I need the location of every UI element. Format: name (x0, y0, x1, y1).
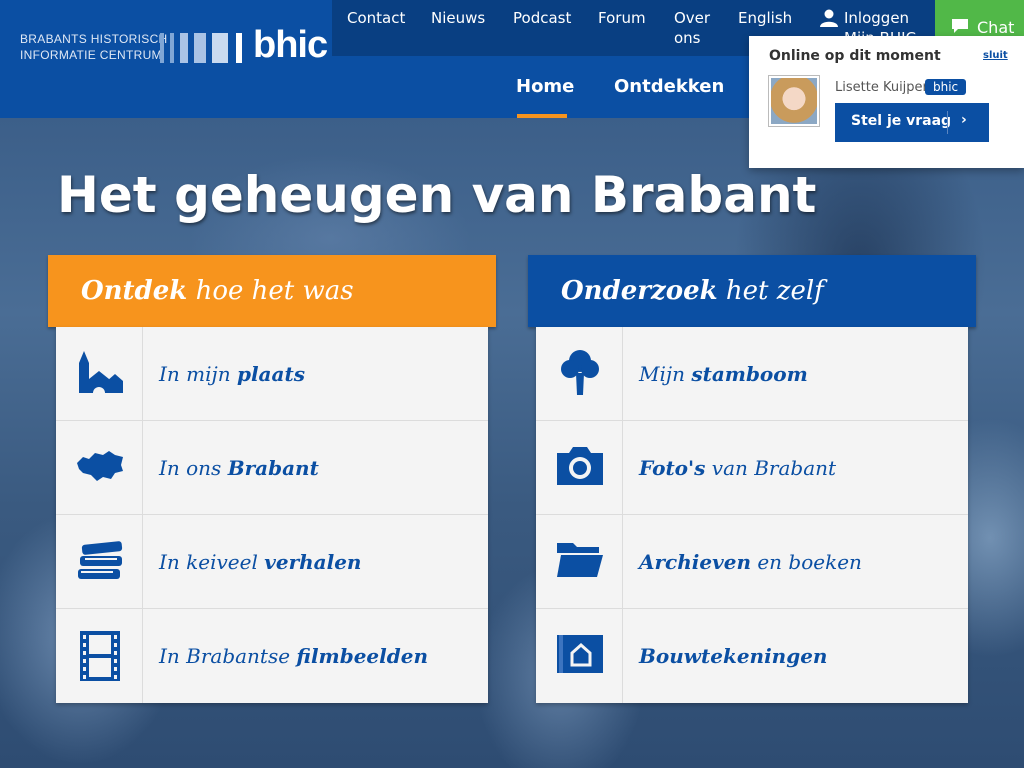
onderzoek-panel-header: Onderzoek het zelf (528, 255, 976, 327)
folder-icon (557, 543, 603, 577)
list-item-label: In ons Brabant (159, 456, 319, 480)
nav-forum[interactable]: Forum (598, 8, 646, 28)
agent-badge: bhic (925, 79, 967, 95)
logo-line-1: BRABANTS HISTORISCH (20, 32, 168, 46)
list-item-label: In mijn plaats (159, 362, 305, 386)
nav-contact[interactable]: Contact (347, 8, 405, 28)
list-item-label: Archieven en boeken (639, 550, 862, 574)
hero-section: Het geheugen van Brabant Ontdek hoe het … (0, 118, 1024, 768)
list-item-label: In keiveel verhalen (159, 550, 362, 574)
nav-podcast[interactable]: Podcast (513, 8, 571, 28)
icon-cell (536, 421, 623, 515)
agent-name: Lisette Kuijper (835, 80, 928, 95)
onderzoek-list: Mijn stamboom Foto's van Brabant Archiev… (536, 327, 968, 703)
chevron-right-icon: › (961, 112, 967, 128)
user-icon (820, 9, 838, 27)
onderzoek-head-rest: het zelf (717, 276, 824, 306)
tree-icon (561, 350, 599, 395)
onderzoek-head-bold: Onderzoek (561, 276, 718, 306)
brabant-map-icon (77, 451, 123, 481)
ontdek-head-bold: Ontdek (81, 276, 188, 306)
agent-avatar (769, 76, 819, 126)
nav-nieuws[interactable]: Nieuws (431, 8, 485, 28)
nav-english[interactable]: English (738, 8, 792, 28)
list-item-bouwtekeningen[interactable]: Bouwtekeningen (536, 609, 968, 703)
list-item-fotos[interactable]: Foto's van Brabant (536, 421, 968, 515)
icon-cell (536, 515, 623, 609)
ontdek-head-rest: hoe het was (187, 276, 354, 306)
list-item-archieven[interactable]: Archieven en boeken (536, 515, 968, 609)
chat-popup-close[interactable]: sluit (983, 50, 1008, 61)
list-item-plaats[interactable]: In mijn plaats (56, 327, 488, 421)
chat-label: Chat (977, 18, 1015, 37)
film-icon (80, 631, 120, 681)
tab-home[interactable]: Home (516, 76, 574, 97)
nav-over-ons[interactable]: Over ons (674, 8, 714, 48)
books-icon (78, 541, 123, 579)
icon-cell (536, 609, 623, 703)
logo-text: BRABANTS HISTORISCH INFORMATIE CENTRUM (20, 31, 168, 63)
icon-cell (56, 515, 143, 609)
list-item-stamboom[interactable]: Mijn stamboom (536, 327, 968, 421)
ask-question-button[interactable]: Stel je vraag › (835, 103, 989, 142)
list-item-label: Mijn stamboom (639, 362, 808, 386)
list-item-verhalen[interactable]: In keiveel verhalen (56, 515, 488, 609)
logo-wordmark: bhic (253, 24, 328, 66)
ask-question-label: Stel je vraag (851, 113, 952, 129)
chat-popup-title: Online op dit moment (769, 48, 941, 64)
village-icon (79, 351, 123, 393)
logo-line-2: INFORMATIE CENTRUM (20, 48, 162, 62)
icon-cell (56, 609, 143, 703)
icon-cell (56, 327, 143, 421)
list-item-filmbeelden[interactable]: In Brabantse filmbeelden (56, 609, 488, 703)
page-title: Het geheugen van Brabant (57, 166, 817, 224)
tab-ontdekken[interactable]: Ontdekken (614, 76, 724, 97)
list-item-brabant[interactable]: In ons Brabant (56, 421, 488, 515)
icon-cell (56, 421, 143, 515)
blueprint-icon (557, 635, 603, 673)
list-item-label: Foto's van Brabant (639, 456, 837, 480)
ontdek-list: In mijn plaats In ons Brabant In keiveel… (56, 327, 488, 703)
bhic-logo[interactable]: BRABANTS HISTORISCH INFORMATIE CENTRUM b… (0, 0, 332, 118)
chat-popup: Online op dit moment sluit Lisette Kuijp… (749, 36, 1024, 168)
list-item-label: Bouwtekeningen (639, 644, 828, 668)
list-item-label: In Brabantse filmbeelden (159, 644, 429, 668)
button-divider (947, 111, 948, 134)
chat-bubble-icon (952, 19, 968, 33)
login-label: Inloggen (844, 9, 910, 27)
icon-cell (536, 327, 623, 421)
camera-icon (557, 447, 603, 485)
ontdek-panel-header: Ontdek hoe het was (48, 255, 496, 327)
